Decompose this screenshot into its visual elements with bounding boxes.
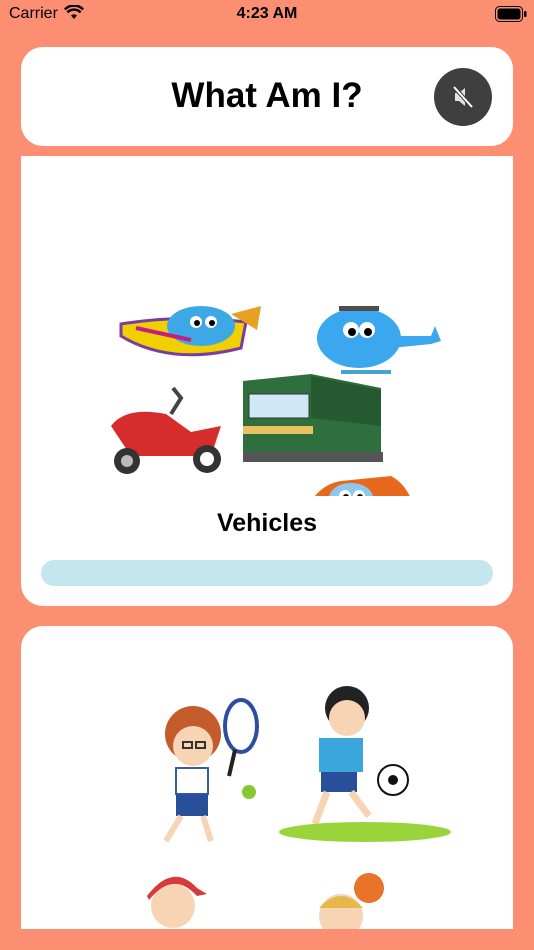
mute-button[interactable] xyxy=(434,68,492,126)
kids-illustration xyxy=(147,873,384,929)
header-card: What Am I? xyxy=(21,47,513,146)
scooter-illustration xyxy=(111,386,221,474)
speaker-muted-icon xyxy=(452,85,474,109)
tennis-player-illustration xyxy=(163,698,259,843)
category-card-sports[interactable] xyxy=(21,626,513,929)
category-label: Vehicles xyxy=(216,509,318,537)
sports-illustration xyxy=(147,686,451,929)
train-illustration xyxy=(243,374,383,462)
boat-illustration xyxy=(119,306,261,357)
categories-scroll-area[interactable]: Vehicles xyxy=(21,156,513,929)
vehicles-illustration xyxy=(111,306,441,496)
helicopter-illustration xyxy=(317,306,441,374)
battery-icon xyxy=(495,6,527,22)
category-card-vehicles[interactable]: Vehicles xyxy=(21,156,513,606)
car-illustration xyxy=(315,476,410,496)
soccer-player-illustration xyxy=(279,686,451,842)
status-time: 4:23 AM xyxy=(236,5,298,22)
category-progress-bar xyxy=(41,560,493,586)
status-bar: Carrier 4:23 AM xyxy=(0,0,534,30)
